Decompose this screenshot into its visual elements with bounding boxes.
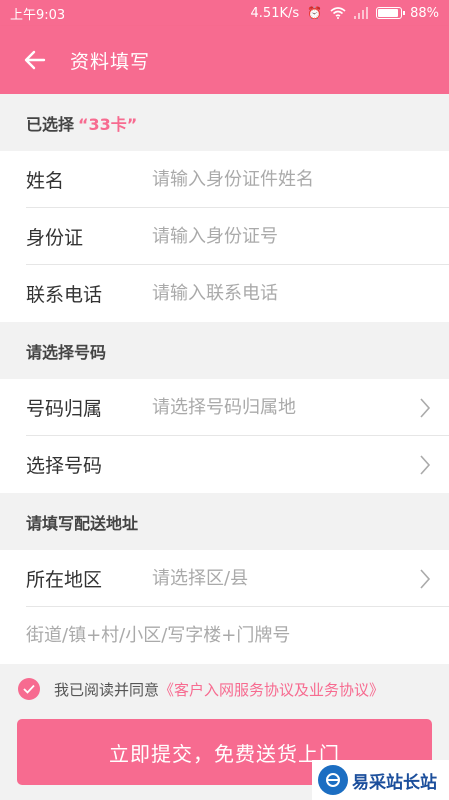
name-label: 姓名 — [26, 170, 65, 192]
name-row: 姓名 — [0, 151, 449, 208]
number-region-label: 号码归属 — [26, 398, 103, 420]
selected-card-header: 已选择 “33卡” — [0, 94, 449, 151]
number-section-header: 请选择号码 — [0, 322, 449, 379]
site-watermark: 易采站长站 — [312, 760, 449, 800]
number-region-row[interactable]: 号码归属 — [0, 379, 449, 436]
selected-card-name: “33卡” — [78, 114, 138, 134]
phone-row: 联系电话 — [0, 265, 449, 322]
street-address-input[interactable] — [26, 625, 426, 646]
street-row — [0, 607, 449, 664]
wifi-icon — [330, 7, 346, 19]
id-card-label: 身份证 — [26, 227, 84, 249]
id-card-row: 身份证 — [0, 208, 449, 265]
app-bar: 资料填写 — [0, 26, 449, 94]
check-icon — [23, 684, 35, 694]
watermark-logo-icon — [318, 765, 348, 795]
region-select[interactable] — [152, 568, 402, 589]
form-content: 已选择 “33卡” 姓名 身份证 联系电话 请选择号码 号码归属 选择号码 请填… — [0, 94, 449, 785]
arrow-left-icon — [24, 50, 46, 70]
watermark-text: 易采站长站 — [352, 772, 437, 793]
agreement-link[interactable]: 《客户入网服务协议及业务协议》 — [159, 679, 384, 700]
id-card-input[interactable] — [152, 226, 402, 247]
battery-percent: 88% — [410, 5, 439, 21]
selected-prefix: 已选择 — [26, 114, 75, 134]
address-section-header: 请填写配送地址 — [0, 493, 449, 550]
status-bar: 上午9:03 4.51K/s ⏰ 88% — [0, 0, 449, 26]
chevron-right-icon — [420, 568, 431, 589]
phone-label: 联系电话 — [26, 284, 103, 306]
agreement-text: 我已阅读并同意 — [54, 680, 160, 699]
back-button[interactable] — [0, 26, 70, 94]
status-indicators: 4.51K/s ⏰ 88% — [251, 6, 439, 21]
phone-input[interactable] — [152, 283, 402, 304]
region-row[interactable]: 所在地区 — [0, 550, 449, 607]
battery-icon — [376, 7, 406, 19]
agreement-checkbox[interactable] — [18, 678, 40, 700]
agreement-row: 我已阅读并同意 《客户入网服务协议及业务协议》 — [0, 664, 449, 714]
choose-number-row[interactable]: 选择号码 — [0, 436, 449, 493]
network-speed: 4.51K/s — [250, 5, 300, 21]
alarm-icon: ⏰ — [307, 6, 323, 20]
signal-icon — [354, 7, 369, 19]
number-region-select[interactable] — [152, 397, 402, 418]
chevron-right-icon — [420, 397, 431, 418]
name-input[interactable] — [152, 169, 402, 190]
region-label: 所在地区 — [26, 569, 103, 591]
page-title: 资料填写 — [70, 50, 151, 73]
choose-number-label: 选择号码 — [26, 455, 103, 477]
status-time: 上午9:03 — [10, 7, 66, 23]
chevron-right-icon — [420, 454, 431, 475]
